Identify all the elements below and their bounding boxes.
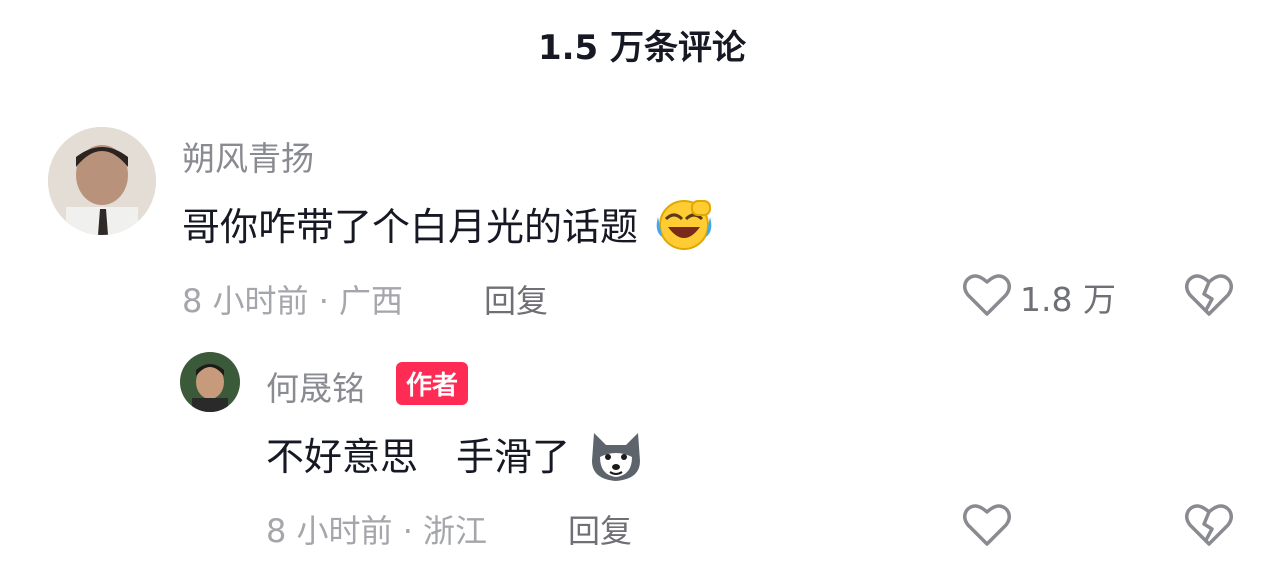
- comment-text-body: 哥你咋带了个白月光的话题: [182, 205, 639, 249]
- author-badge: 作者: [396, 362, 469, 405]
- reply-button[interactable]: 回复: [568, 506, 632, 552]
- comment-text: 不好意思 手滑了: [266, 426, 646, 492]
- comment-meta: 8 小时前 · 浙江: [266, 512, 488, 550]
- like-button[interactable]: [962, 502, 1012, 552]
- avatar[interactable]: [48, 127, 156, 235]
- heart-outline-icon: [962, 502, 1012, 552]
- dislike-button[interactable]: [1184, 502, 1234, 552]
- reply-button[interactable]: 回复: [484, 276, 548, 322]
- broken-heart-outline-icon: [1185, 274, 1233, 316]
- comment-username[interactable]: 朔风青扬: [182, 132, 314, 180]
- like-button[interactable]: 1.8 万: [962, 272, 1116, 322]
- reply-comment-item: 何晟铭 作者 不好意思 手滑了 8 小时前 · 浙江 回复: [0, 330, 1284, 572]
- dislike-button[interactable]: [1184, 272, 1234, 322]
- wolf-face-icon: [586, 427, 646, 492]
- broken-heart-outline-icon: [1185, 504, 1233, 546]
- comment-meta: 8 小时前 · 广西: [182, 282, 404, 320]
- comment-username[interactable]: 何晟铭: [266, 362, 365, 410]
- like-count: 1.8 万: [1020, 280, 1116, 319]
- face-with-tears-of-joy-icon: [654, 197, 714, 262]
- avatar[interactable]: [180, 352, 240, 412]
- comment-text: 哥你咋带了个白月光的话题: [182, 196, 714, 262]
- comment-item: 朔风青扬 哥你咋带了个白月光的话题 8 小时前 · 广西 回复 1.8 万: [0, 0, 1284, 330]
- comment-text-body: 不好意思 手滑了: [266, 435, 571, 479]
- heart-outline-icon: [962, 272, 1012, 322]
